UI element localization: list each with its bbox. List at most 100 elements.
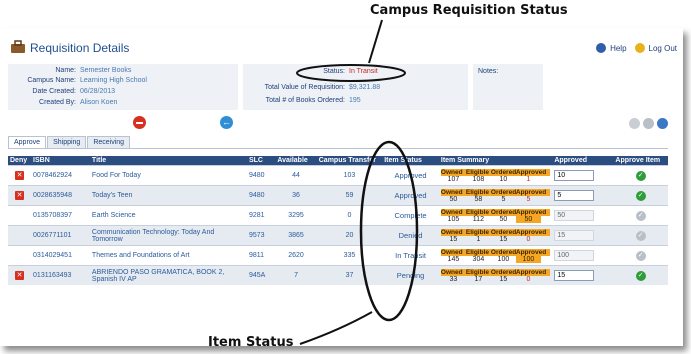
slc-cell: 9811: [246, 245, 276, 266]
approved-input-cell: [552, 245, 614, 266]
summary-values: 15 1 15 0: [441, 236, 550, 243]
isbn-cell[interactable]: 0314029451: [31, 245, 90, 266]
title-cell: Themes and Foundations of Art: [89, 245, 247, 266]
approved-qty-input[interactable]: [554, 250, 595, 261]
tab-shipping[interactable]: Shipping: [47, 136, 87, 148]
summary-header-label: Owned: [440, 168, 463, 176]
owned-value: 107: [447, 175, 460, 183]
approve-check-icon[interactable]: ✓: [635, 170, 646, 181]
approve-check-icon[interactable]: ✓: [635, 270, 646, 281]
slc-cell: 9281: [246, 205, 276, 226]
title-cell: ABRIENDO PASO GRAMATICA, BOOK 2, Spanish…: [89, 265, 247, 285]
approved-value: 50: [515, 215, 541, 223]
available-cell: 3295: [275, 205, 317, 226]
table-row: ✕ 0131163493 ABRIENDO PASO GRAMATICA, BOOK…: [8, 265, 668, 285]
deny-cell: ✕: [8, 165, 32, 186]
refresh-icon[interactable]: [657, 118, 668, 129]
isbn-cell[interactable]: 0028635948: [31, 185, 90, 206]
slc-cell: 945A: [246, 265, 276, 285]
approved-qty-input[interactable]: [554, 190, 595, 201]
approved-qty-input[interactable]: [554, 210, 595, 221]
help-link[interactable]: Help: [610, 44, 626, 53]
deny-icon[interactable]: ✕: [15, 171, 25, 180]
ordered-value: 5: [501, 195, 506, 203]
table-row: 0314029451 Themes and Foundations of Art 9…: [8, 245, 668, 266]
summary-cell: Owned Eligible Ordered Approved 33 17 15 0: [438, 265, 553, 285]
approve-check-icon[interactable]: ✓: [635, 190, 646, 201]
isbn-cell[interactable]: 0026771101: [31, 225, 90, 246]
user-icon[interactable]: [629, 118, 640, 129]
approved-qty-input[interactable]: [554, 230, 595, 241]
summary-header-label: Approved: [515, 208, 547, 216]
approved-value: 5: [526, 195, 531, 203]
isbn-cell[interactable]: 0131163493: [31, 265, 90, 285]
approved-value: 100: [515, 255, 541, 263]
summary-cell: Owned Eligible Ordered Approved 15 1 15 0: [438, 225, 553, 246]
summary-header-label: Owned: [440, 188, 463, 196]
name-value: Semester Books: [80, 67, 132, 74]
slc-cell: 9573: [246, 225, 276, 246]
item-status-cell: In Transit: [382, 245, 439, 266]
status-value: In Transit: [349, 68, 378, 75]
approved-qty-input[interactable]: [554, 270, 595, 281]
approved-value: 1: [526, 175, 531, 183]
eligible-value: 58: [474, 195, 483, 203]
isbn-cell[interactable]: 0078462924: [31, 165, 90, 186]
summary-header-label: Approved: [515, 168, 547, 176]
deny-all-icon[interactable]: [133, 116, 146, 129]
available-cell: 44: [275, 165, 317, 186]
deny-icon[interactable]: ✕: [15, 271, 25, 280]
isbn-cell[interactable]: 0135708397: [31, 205, 90, 226]
created-by-value: Alison Koen: [80, 99, 118, 106]
approve-all-icon[interactable]: [643, 118, 654, 129]
item-status-cell: Complete: [382, 205, 439, 226]
approve-check-icon[interactable]: ✓: [635, 230, 646, 241]
total-value: $9,321.88: [349, 84, 381, 91]
col-campus-transfer: Campus Transfer: [316, 156, 383, 166]
title-cell: Today's Teen: [89, 185, 247, 206]
tab-approve[interactable]: Approve: [8, 136, 47, 148]
approve-item-cell: ✓: [613, 185, 668, 206]
tab-receiving[interactable]: Receiving: [87, 136, 131, 148]
item-status-cell: Approved: [382, 165, 439, 186]
owned-value: 50: [449, 195, 458, 203]
back-arrow-icon[interactable]: ←: [220, 116, 233, 129]
available-cell: 36: [275, 185, 317, 206]
summary-header-label: Ordered: [490, 188, 517, 196]
summary-header: Owned Eligible Ordered Approved: [440, 208, 551, 216]
summary-values: 33 17 15 0: [441, 276, 550, 283]
approved-qty-input[interactable]: [554, 170, 595, 181]
logout-link[interactable]: Log Out: [649, 44, 677, 53]
transfer-cell: 103: [316, 165, 383, 186]
summary-header-label: Approved: [515, 268, 547, 276]
slc-cell: 9480: [246, 185, 276, 206]
summary-header-label: Eligible: [465, 188, 490, 196]
logout-icon[interactable]: [634, 43, 645, 53]
approve-check-icon[interactable]: ✓: [635, 250, 646, 261]
notes-label: Notes:: [478, 68, 499, 75]
summary-values: 107 108 10 1: [441, 176, 550, 183]
approve-check-icon[interactable]: ✓: [635, 210, 646, 221]
col-item-summary: Item Summary: [438, 156, 553, 166]
approved-input-cell: [552, 265, 614, 285]
created-by-label: Created By:: [39, 99, 76, 106]
date-value: 06/28/2013: [80, 88, 116, 95]
help-icon[interactable]: [596, 43, 607, 53]
table-row: 0135708397 Earth Science 9281 3295 0 Complete…: [8, 205, 668, 226]
deny-icon[interactable]: ✕: [15, 191, 25, 200]
summary-header: Owned Eligible Ordered Approved: [440, 268, 551, 276]
col-available: Available: [275, 156, 317, 166]
col-approve-item: Approve Item: [613, 156, 668, 166]
summary-header: Owned Eligible Ordered Approved: [440, 248, 551, 256]
col-title: Title: [89, 156, 247, 166]
transfer-cell: 37: [316, 265, 383, 285]
eligible-value: 17: [474, 275, 483, 283]
eligible-value: 304: [472, 255, 485, 263]
campus-row: Campus Name: Learning High School: [8, 77, 147, 84]
summary-header-label: Ordered: [490, 208, 517, 216]
summary-header: Owned Eligible Ordered Approved: [440, 228, 551, 236]
transfer-cell: 335: [316, 245, 383, 266]
deny-cell: [8, 245, 32, 266]
summary-cell: Owned Eligible Ordered Approved 50 58 5 5: [438, 185, 553, 206]
summary-header-label: Eligible: [465, 168, 490, 176]
